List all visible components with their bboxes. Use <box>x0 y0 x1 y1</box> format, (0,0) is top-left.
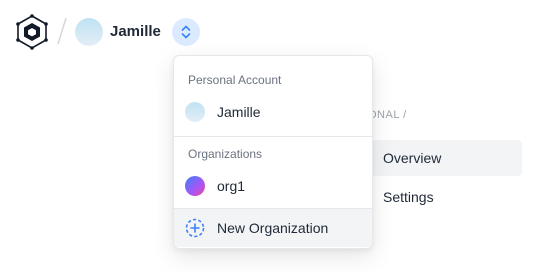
divider <box>174 136 372 137</box>
breadcrumb-separator <box>57 16 67 46</box>
account-switcher-dropdown: Personal Account Jamille Organizations o… <box>173 55 373 249</box>
organization-item-org1[interactable]: org1 <box>174 168 372 204</box>
new-organization-label: New Organization <box>217 220 329 236</box>
nav-item-overview[interactable]: Overview <box>372 140 522 176</box>
current-account-name[interactable]: Jamille <box>110 23 161 41</box>
account-switcher-button[interactable] <box>172 18 200 46</box>
organization-name: org1 <box>217 178 246 194</box>
new-organization-button[interactable]: New Organization <box>174 209 372 247</box>
nav-item-settings[interactable]: Settings <box>383 189 434 205</box>
chevron-up-down-icon <box>180 24 192 40</box>
plus-circle-dashed-icon <box>184 217 206 239</box>
nav-item-label: Overview <box>383 150 442 166</box>
personal-account-item[interactable]: Jamille <box>174 94 372 130</box>
hexagon-logo-icon[interactable] <box>15 14 49 50</box>
personal-account-section-label: Personal Account <box>188 73 282 87</box>
avatar <box>185 176 205 196</box>
page-breadcrumb: ONAL / <box>368 109 407 121</box>
avatar <box>185 102 205 122</box>
personal-account-name: Jamille <box>217 104 261 120</box>
organizations-section-label: Organizations <box>188 147 263 161</box>
user-avatar[interactable] <box>75 18 103 46</box>
